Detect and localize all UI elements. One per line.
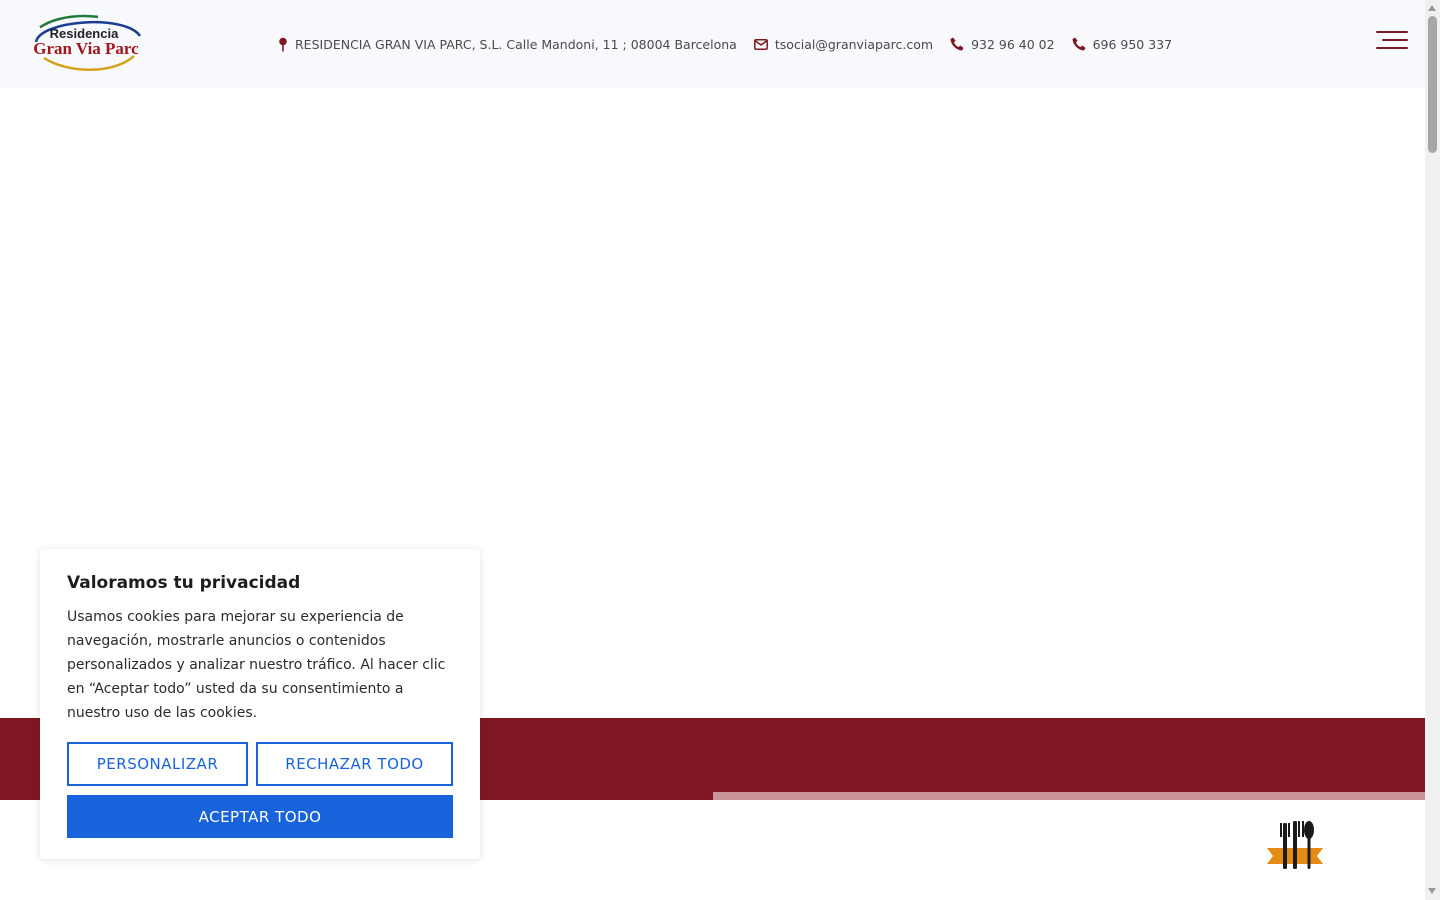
contact-bar: RESIDENCIA GRAN VIA PARC, S.L. Calle Man… xyxy=(278,34,1189,54)
logo-line2: Gran Via Parc xyxy=(33,39,139,58)
scroll-up-arrow-icon[interactable] xyxy=(1428,5,1436,11)
vertical-scrollbar[interactable] xyxy=(1425,0,1440,900)
email-link[interactable]: tsocial@granviaparc.com xyxy=(775,37,933,52)
menu-line-2 xyxy=(1382,39,1408,41)
site-logo[interactable]: Residencia Gran Via Parc xyxy=(14,12,158,74)
phone-item-1[interactable]: 932 96 40 02 xyxy=(950,37,1055,52)
map-pin-icon xyxy=(279,37,287,51)
address-item: RESIDENCIA GRAN VIA PARC, S.L. Calle Man… xyxy=(278,37,737,52)
phone-link-2[interactable]: 696 950 337 xyxy=(1093,37,1173,52)
site-header: Residencia Gran Via Parc RESIDENCIA GRAN… xyxy=(0,0,1425,88)
phone-icon xyxy=(950,37,964,51)
cookie-button-row: PERSONALIZAR RECHAZAR TODO xyxy=(67,742,453,786)
phone-icon xyxy=(1072,37,1086,51)
address-text: RESIDENCIA GRAN VIA PARC, S.L. Calle Man… xyxy=(295,36,737,52)
hamburger-menu-icon[interactable] xyxy=(1372,28,1408,54)
logo-graphic: Residencia Gran Via Parc xyxy=(28,14,142,72)
accept-all-button[interactable]: ACEPTAR TODO xyxy=(67,795,453,838)
reject-all-button[interactable]: RECHAZAR TODO xyxy=(256,742,453,786)
cookie-banner: Valoramos tu privacidad Usamos cookies p… xyxy=(40,549,480,859)
cookie-text: Usamos cookies para mejorar su experienc… xyxy=(67,609,446,721)
cookie-title: Valoramos tu privacidad xyxy=(67,573,301,593)
phone-link-1[interactable]: 932 96 40 02 xyxy=(971,37,1055,52)
envelope-icon xyxy=(753,38,768,50)
customize-button[interactable]: PERSONALIZAR xyxy=(67,742,248,786)
menu-line-3 xyxy=(1376,47,1408,49)
scrollbar-thumb[interactable] xyxy=(1428,16,1437,153)
cutlery-icon xyxy=(1265,818,1325,873)
email-item[interactable]: tsocial@granviaparc.com xyxy=(753,37,933,52)
phone-item-2[interactable]: 696 950 337 xyxy=(1072,37,1173,52)
page: Residencia Gran Via Parc RESIDENCIA GRAN… xyxy=(0,0,1440,900)
scroll-down-arrow-icon[interactable] xyxy=(1428,888,1436,894)
menu-line-1 xyxy=(1376,31,1408,33)
band-stripe xyxy=(713,792,1425,800)
